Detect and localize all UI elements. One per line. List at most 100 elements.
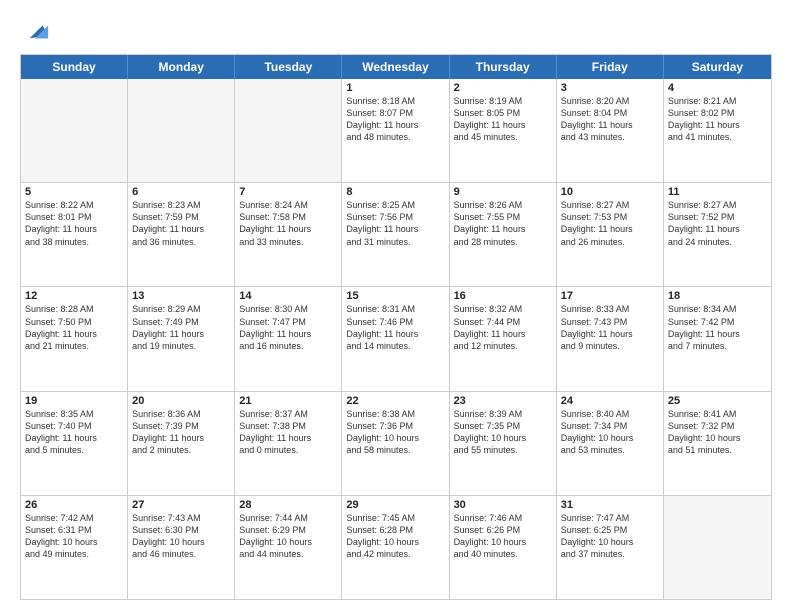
calendar-cell: 21Sunrise: 8:37 AM Sunset: 7:38 PM Dayli… xyxy=(235,392,342,495)
day-number: 24 xyxy=(561,395,659,407)
calendar-cell: 16Sunrise: 8:32 AM Sunset: 7:44 PM Dayli… xyxy=(450,287,557,390)
day-number: 23 xyxy=(454,395,552,407)
calendar-cell: 1Sunrise: 8:18 AM Sunset: 8:07 PM Daylig… xyxy=(342,79,449,182)
day-number: 31 xyxy=(561,499,659,511)
day-info: Sunrise: 8:36 AM Sunset: 7:39 PM Dayligh… xyxy=(132,408,230,457)
logo-icon xyxy=(22,18,50,46)
calendar-cell: 31Sunrise: 7:47 AM Sunset: 6:25 PM Dayli… xyxy=(557,496,664,599)
calendar-cell: 11Sunrise: 8:27 AM Sunset: 7:52 PM Dayli… xyxy=(664,183,771,286)
calendar-cell: 14Sunrise: 8:30 AM Sunset: 7:47 PM Dayli… xyxy=(235,287,342,390)
day-info: Sunrise: 8:18 AM Sunset: 8:07 PM Dayligh… xyxy=(346,95,444,144)
day-number: 13 xyxy=(132,290,230,302)
calendar-cell: 25Sunrise: 8:41 AM Sunset: 7:32 PM Dayli… xyxy=(664,392,771,495)
day-number: 29 xyxy=(346,499,444,511)
day-number: 20 xyxy=(132,395,230,407)
day-number: 10 xyxy=(561,186,659,198)
day-info: Sunrise: 8:24 AM Sunset: 7:58 PM Dayligh… xyxy=(239,199,337,248)
calendar-header: SundayMondayTuesdayWednesdayThursdayFrid… xyxy=(21,55,771,79)
calendar: SundayMondayTuesdayWednesdayThursdayFrid… xyxy=(20,54,772,600)
day-number: 26 xyxy=(25,499,123,511)
header-day-saturday: Saturday xyxy=(664,55,771,79)
calendar-cell xyxy=(21,79,128,182)
day-info: Sunrise: 8:35 AM Sunset: 7:40 PM Dayligh… xyxy=(25,408,123,457)
header-day-tuesday: Tuesday xyxy=(235,55,342,79)
calendar-cell: 28Sunrise: 7:44 AM Sunset: 6:29 PM Dayli… xyxy=(235,496,342,599)
calendar-cell: 29Sunrise: 7:45 AM Sunset: 6:28 PM Dayli… xyxy=(342,496,449,599)
calendar-cell: 12Sunrise: 8:28 AM Sunset: 7:50 PM Dayli… xyxy=(21,287,128,390)
day-info: Sunrise: 8:20 AM Sunset: 8:04 PM Dayligh… xyxy=(561,95,659,144)
calendar-cell: 18Sunrise: 8:34 AM Sunset: 7:42 PM Dayli… xyxy=(664,287,771,390)
calendar-cell: 7Sunrise: 8:24 AM Sunset: 7:58 PM Daylig… xyxy=(235,183,342,286)
header xyxy=(20,18,772,46)
calendar-cell: 10Sunrise: 8:27 AM Sunset: 7:53 PM Dayli… xyxy=(557,183,664,286)
day-number: 28 xyxy=(239,499,337,511)
day-info: Sunrise: 7:43 AM Sunset: 6:30 PM Dayligh… xyxy=(132,512,230,561)
day-number: 2 xyxy=(454,82,552,94)
day-info: Sunrise: 8:19 AM Sunset: 8:05 PM Dayligh… xyxy=(454,95,552,144)
calendar-row-1: 1Sunrise: 8:18 AM Sunset: 8:07 PM Daylig… xyxy=(21,79,771,183)
calendar-cell: 9Sunrise: 8:26 AM Sunset: 7:55 PM Daylig… xyxy=(450,183,557,286)
calendar-cell: 22Sunrise: 8:38 AM Sunset: 7:36 PM Dayli… xyxy=(342,392,449,495)
day-info: Sunrise: 7:42 AM Sunset: 6:31 PM Dayligh… xyxy=(25,512,123,561)
calendar-cell: 6Sunrise: 8:23 AM Sunset: 7:59 PM Daylig… xyxy=(128,183,235,286)
day-info: Sunrise: 8:23 AM Sunset: 7:59 PM Dayligh… xyxy=(132,199,230,248)
day-info: Sunrise: 8:27 AM Sunset: 7:52 PM Dayligh… xyxy=(668,199,767,248)
day-number: 4 xyxy=(668,82,767,94)
day-info: Sunrise: 7:45 AM Sunset: 6:28 PM Dayligh… xyxy=(346,512,444,561)
day-info: Sunrise: 8:39 AM Sunset: 7:35 PM Dayligh… xyxy=(454,408,552,457)
day-info: Sunrise: 8:28 AM Sunset: 7:50 PM Dayligh… xyxy=(25,303,123,352)
day-number: 22 xyxy=(346,395,444,407)
day-number: 1 xyxy=(346,82,444,94)
day-number: 12 xyxy=(25,290,123,302)
day-info: Sunrise: 8:32 AM Sunset: 7:44 PM Dayligh… xyxy=(454,303,552,352)
calendar-row-3: 12Sunrise: 8:28 AM Sunset: 7:50 PM Dayli… xyxy=(21,287,771,391)
day-number: 16 xyxy=(454,290,552,302)
day-info: Sunrise: 8:29 AM Sunset: 7:49 PM Dayligh… xyxy=(132,303,230,352)
logo xyxy=(20,18,50,46)
day-info: Sunrise: 7:46 AM Sunset: 6:26 PM Dayligh… xyxy=(454,512,552,561)
day-number: 19 xyxy=(25,395,123,407)
calendar-cell xyxy=(235,79,342,182)
calendar-cell: 8Sunrise: 8:25 AM Sunset: 7:56 PM Daylig… xyxy=(342,183,449,286)
day-info: Sunrise: 8:27 AM Sunset: 7:53 PM Dayligh… xyxy=(561,199,659,248)
day-number: 5 xyxy=(25,186,123,198)
day-info: Sunrise: 8:31 AM Sunset: 7:46 PM Dayligh… xyxy=(346,303,444,352)
calendar-row-5: 26Sunrise: 7:42 AM Sunset: 6:31 PM Dayli… xyxy=(21,496,771,599)
day-info: Sunrise: 8:33 AM Sunset: 7:43 PM Dayligh… xyxy=(561,303,659,352)
page: SundayMondayTuesdayWednesdayThursdayFrid… xyxy=(0,0,792,612)
calendar-cell: 20Sunrise: 8:36 AM Sunset: 7:39 PM Dayli… xyxy=(128,392,235,495)
day-number: 21 xyxy=(239,395,337,407)
day-number: 11 xyxy=(668,186,767,198)
calendar-cell: 13Sunrise: 8:29 AM Sunset: 7:49 PM Dayli… xyxy=(128,287,235,390)
header-day-thursday: Thursday xyxy=(450,55,557,79)
calendar-cell: 27Sunrise: 7:43 AM Sunset: 6:30 PM Dayli… xyxy=(128,496,235,599)
header-day-friday: Friday xyxy=(557,55,664,79)
day-number: 30 xyxy=(454,499,552,511)
day-info: Sunrise: 8:26 AM Sunset: 7:55 PM Dayligh… xyxy=(454,199,552,248)
day-number: 9 xyxy=(454,186,552,198)
calendar-cell: 15Sunrise: 8:31 AM Sunset: 7:46 PM Dayli… xyxy=(342,287,449,390)
header-day-monday: Monday xyxy=(128,55,235,79)
day-info: Sunrise: 8:41 AM Sunset: 7:32 PM Dayligh… xyxy=(668,408,767,457)
day-info: Sunrise: 8:25 AM Sunset: 7:56 PM Dayligh… xyxy=(346,199,444,248)
day-info: Sunrise: 8:30 AM Sunset: 7:47 PM Dayligh… xyxy=(239,303,337,352)
calendar-row-2: 5Sunrise: 8:22 AM Sunset: 8:01 PM Daylig… xyxy=(21,183,771,287)
day-number: 14 xyxy=(239,290,337,302)
calendar-cell: 23Sunrise: 8:39 AM Sunset: 7:35 PM Dayli… xyxy=(450,392,557,495)
calendar-cell: 2Sunrise: 8:19 AM Sunset: 8:05 PM Daylig… xyxy=(450,79,557,182)
calendar-cell xyxy=(128,79,235,182)
day-number: 3 xyxy=(561,82,659,94)
calendar-cell: 30Sunrise: 7:46 AM Sunset: 6:26 PM Dayli… xyxy=(450,496,557,599)
calendar-cell: 5Sunrise: 8:22 AM Sunset: 8:01 PM Daylig… xyxy=(21,183,128,286)
day-info: Sunrise: 7:44 AM Sunset: 6:29 PM Dayligh… xyxy=(239,512,337,561)
calendar-row-4: 19Sunrise: 8:35 AM Sunset: 7:40 PM Dayli… xyxy=(21,392,771,496)
calendar-body: 1Sunrise: 8:18 AM Sunset: 8:07 PM Daylig… xyxy=(21,79,771,599)
calendar-cell: 4Sunrise: 8:21 AM Sunset: 8:02 PM Daylig… xyxy=(664,79,771,182)
calendar-cell: 19Sunrise: 8:35 AM Sunset: 7:40 PM Dayli… xyxy=(21,392,128,495)
day-number: 27 xyxy=(132,499,230,511)
calendar-cell: 17Sunrise: 8:33 AM Sunset: 7:43 PM Dayli… xyxy=(557,287,664,390)
header-day-sunday: Sunday xyxy=(21,55,128,79)
day-info: Sunrise: 8:34 AM Sunset: 7:42 PM Dayligh… xyxy=(668,303,767,352)
day-number: 25 xyxy=(668,395,767,407)
day-number: 17 xyxy=(561,290,659,302)
